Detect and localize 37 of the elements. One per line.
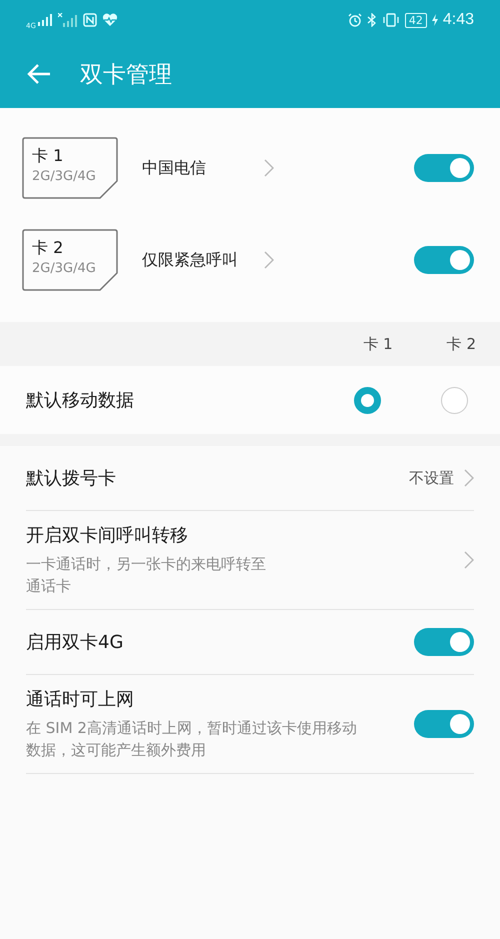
radio-button[interactable]	[441, 386, 468, 414]
chevron-icon	[464, 469, 474, 487]
no-signal-icon	[58, 13, 78, 27]
toggle-switch[interactable]	[414, 710, 474, 738]
setting-label: 通话时可上网	[26, 688, 135, 711]
sim-bands: 2G/3G/4G	[32, 261, 118, 276]
chevron-icon	[264, 251, 274, 269]
alarm-icon	[348, 13, 362, 27]
battery-indicator: 42	[404, 12, 427, 28]
clock: 4:43	[442, 11, 474, 29]
setting-label: 默认移动数据	[26, 389, 135, 412]
chevron-icon	[464, 551, 474, 569]
sim-label: 卡 1	[32, 146, 64, 167]
heart-icon	[102, 13, 118, 27]
chevron-icon	[264, 159, 274, 177]
charging-icon	[432, 14, 438, 26]
setting-label: 启用双卡4G	[26, 631, 124, 654]
toggle-switch[interactable]	[414, 628, 474, 656]
sim-label: 卡 2	[32, 238, 64, 259]
setting-label: 开启双卡间呼叫转移	[26, 524, 189, 547]
carrier-link[interactable]: 中国电信	[142, 158, 252, 178]
setting-description: 一卡通话时，另一张卡的来电呼转至通话卡	[26, 554, 267, 597]
column-header: 卡 2	[446, 334, 476, 354]
radio-button[interactable]	[354, 386, 381, 414]
screen-title: 双卡管理	[80, 60, 172, 90]
bluetooth-icon	[366, 13, 377, 27]
setting-value: 不设置	[409, 468, 454, 488]
toggle-switch[interactable]	[414, 246, 474, 274]
signal-icon	[36, 14, 53, 26]
setting-label: 默认拨号卡	[26, 467, 117, 490]
sim-bands: 2G/3G/4G	[32, 169, 118, 184]
setting-description: 在 SIM 2高清通话时上网，暂时通过该卡使用移动数据，这可能产生额外费用	[26, 718, 358, 761]
column-header: 卡 1	[363, 334, 393, 354]
toggle-switch[interactable]	[414, 154, 474, 182]
vibrate-icon	[382, 13, 400, 27]
nfc-icon	[82, 13, 97, 27]
carrier-link[interactable]: 仅限紧急呼叫	[142, 250, 252, 270]
